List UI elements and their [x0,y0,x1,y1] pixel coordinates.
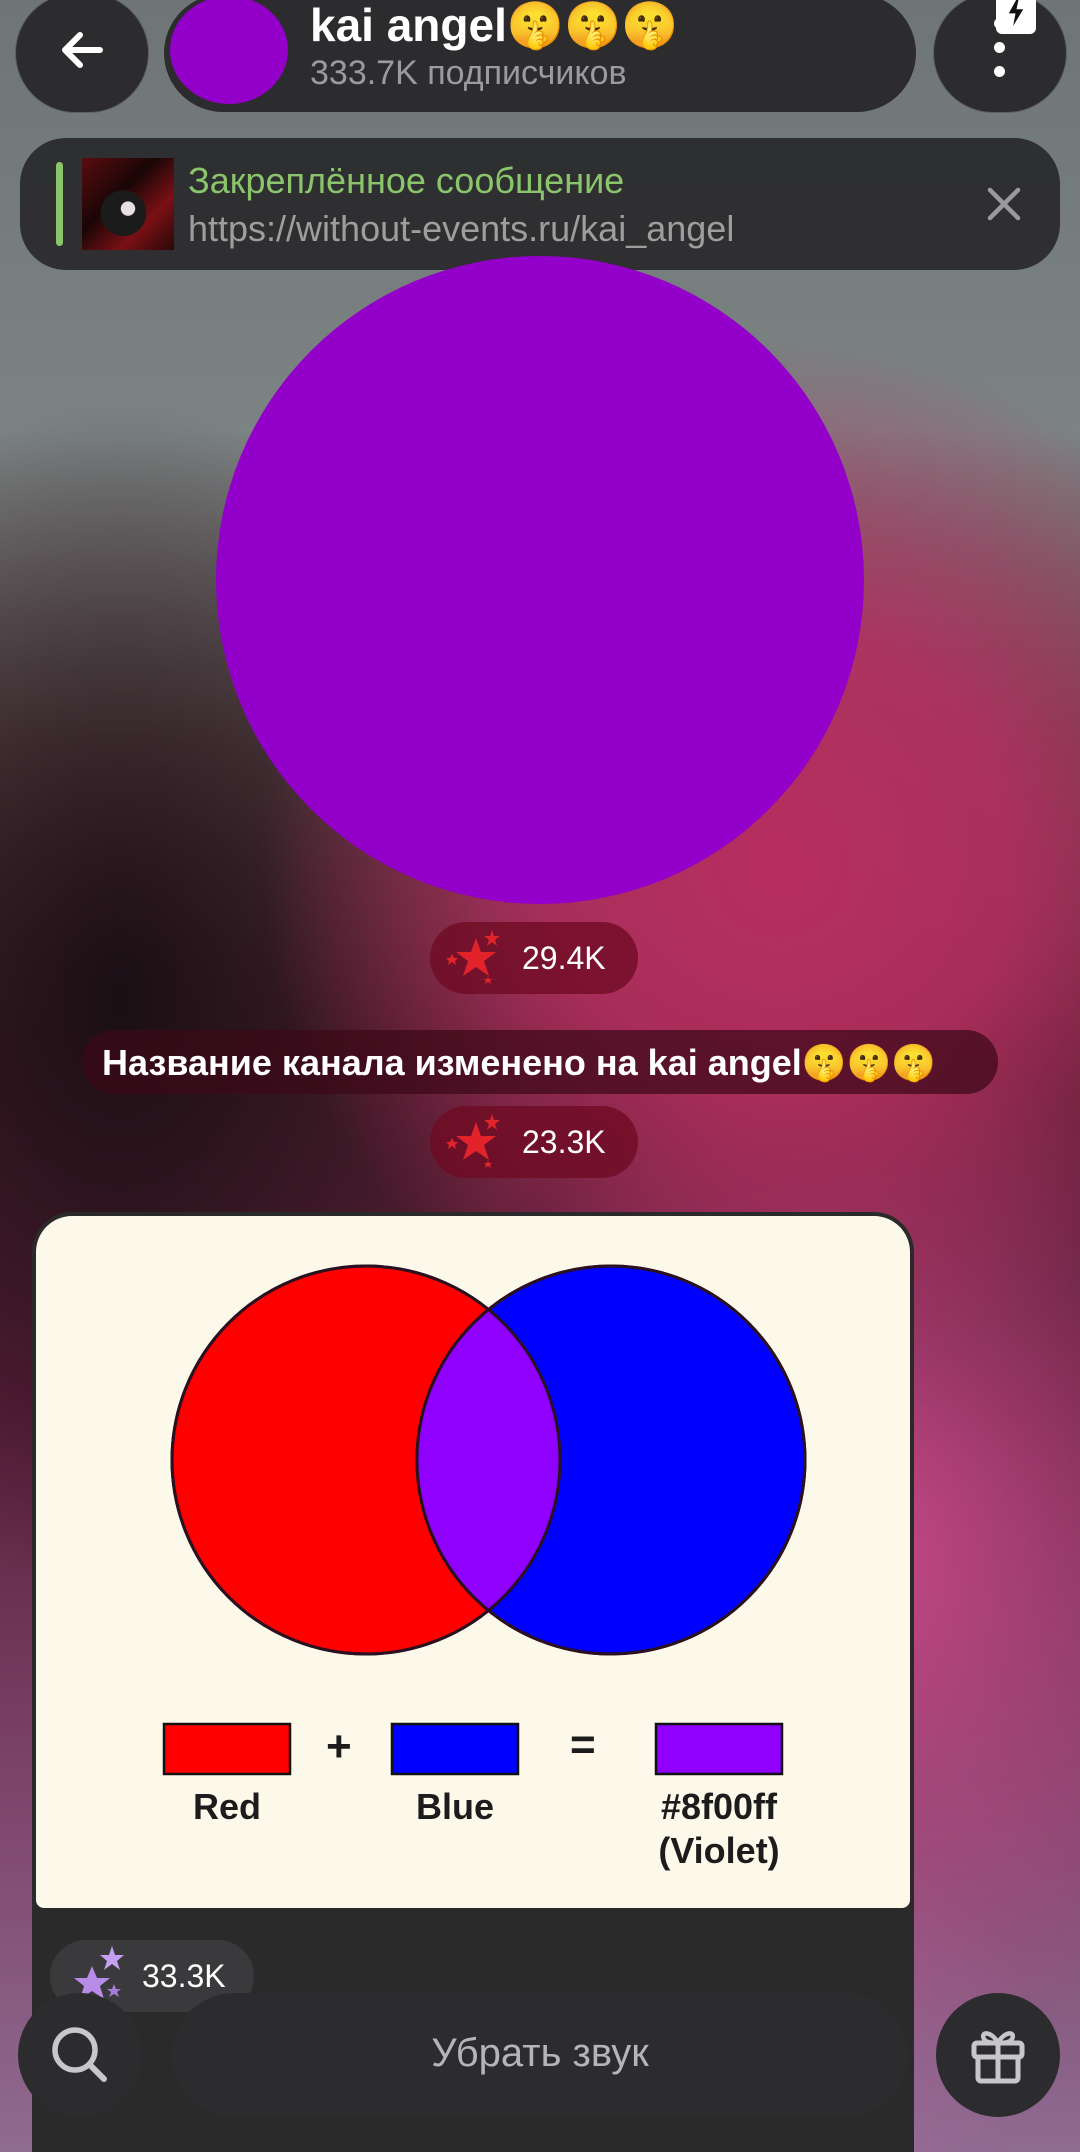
search-icon [52,2027,107,2082]
label-violet-name: (Violet) [658,1830,780,1871]
mute-button-label: Убрать звук [431,2031,649,2075]
pinned-text: https://without-events.ru/kai_angel [188,208,735,249]
mute-button[interactable]: Убрать звук [172,1993,908,2117]
gift-icon [971,2031,1025,2084]
label-violet-hex: #8f00ff [660,1786,778,1827]
reaction-pill[interactable]: 29.4K [430,922,638,994]
gift-button[interactable] [936,1993,1060,2117]
violet-swatch [654,1722,784,1776]
pinned-thumbnail [82,158,174,250]
label-blue: Blue [415,1786,494,1827]
pinned-message-bar[interactable]: Закреплённое сообщение https://without-e… [20,138,1060,270]
pinned-title: Закреплённое сообщение [188,160,625,201]
close-icon[interactable] [982,182,1026,226]
subscriber-count: 333.7K подписчиков [310,54,627,92]
blue-swatch [390,1722,520,1776]
plus-sign: + [326,1722,352,1771]
channel-header[interactable]: kai angel🤫🤫🤫 333.7K подписчиков [164,0,916,112]
round-video-message[interactable] [216,256,864,904]
arrow-left-icon [62,32,103,68]
reaction-count: 33.3K [142,1958,226,1994]
reaction-pill[interactable]: 23.3K [430,1106,638,1178]
reaction-count: 29.4K [522,940,606,976]
channel-avatar[interactable] [170,0,288,104]
stars-icon [446,930,500,984]
color-mixing-image[interactable]: + = Red Blue #8f00ff (Violet) [36,1216,910,1908]
stars-icon [446,1114,500,1168]
service-message-text: Название канала изменено на kai angel🤫🤫🤫 [102,1042,937,1083]
search-button[interactable] [18,1993,142,2117]
red-swatch [162,1722,292,1776]
equals-sign: = [570,1720,596,1769]
back-button[interactable] [16,0,148,112]
pinned-accent-line [56,162,63,246]
label-red: Red [192,1786,261,1827]
reaction-count: 23.3K [522,1124,606,1160]
service-message: Название канала изменено на kai angel🤫🤫🤫 [82,1030,998,1094]
battery-charging-icon [996,0,1036,34]
channel-title: kai angel🤫🤫🤫 [310,0,679,51]
